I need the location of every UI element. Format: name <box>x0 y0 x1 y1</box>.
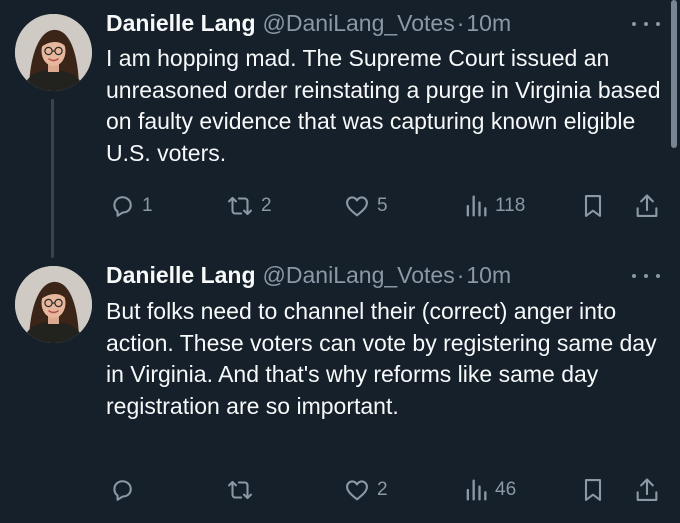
heart-icon <box>346 480 368 501</box>
avatar-photo <box>15 14 92 91</box>
like-count: 5 <box>377 195 388 216</box>
share-icon <box>636 194 658 217</box>
like-button[interactable]: 5 <box>343 189 388 223</box>
views-count: 118 <box>495 195 526 216</box>
author-handle[interactable]: @DaniLang_Votes <box>263 260 455 290</box>
tweet-header: Danielle Lang @DaniLang_Votes · 10m <box>106 8 511 38</box>
views-icon <box>466 195 487 217</box>
more-dot <box>656 274 660 278</box>
bookmark-button[interactable] <box>580 473 606 507</box>
views-icon <box>466 479 487 501</box>
bookmark-button[interactable] <box>580 189 606 223</box>
scrollbar-thumb[interactable] <box>671 0 677 148</box>
more-options-icon[interactable] <box>632 268 660 284</box>
share-button[interactable] <box>633 189 661 223</box>
tweet-actions: 1 2 5 118 <box>0 189 680 223</box>
reply-icon <box>113 196 132 217</box>
heart-icon <box>346 196 368 217</box>
author-display-name[interactable]: Danielle Lang <box>106 8 256 38</box>
retweet-count: 2 <box>261 195 272 216</box>
more-options-icon[interactable] <box>632 16 660 32</box>
share-icon <box>636 478 658 501</box>
like-button[interactable]: 2 <box>343 473 388 507</box>
author-display-name[interactable]: Danielle Lang <box>106 260 256 290</box>
views-count: 46 <box>495 479 517 500</box>
views-button[interactable]: 46 <box>463 473 516 507</box>
tweet-actions: 2 46 <box>0 473 680 507</box>
retweet-button[interactable] <box>225 473 261 507</box>
avatar[interactable] <box>15 14 92 91</box>
views-button[interactable]: 118 <box>463 189 525 223</box>
reply-button[interactable] <box>108 473 142 507</box>
bookmark-icon <box>584 195 602 217</box>
like-count: 2 <box>377 479 388 500</box>
more-dot <box>644 274 648 278</box>
more-dot <box>644 22 648 26</box>
retweet-icon <box>228 480 252 500</box>
reply-button[interactable]: 1 <box>108 189 153 223</box>
header-separator: · <box>456 10 465 36</box>
more-dot <box>632 22 636 26</box>
more-dot <box>656 22 660 26</box>
tweet-header: Danielle Lang @DaniLang_Votes · 10m <box>106 260 511 290</box>
tweet[interactable]: Danielle Lang @DaniLang_Votes · 10m But … <box>0 258 680 523</box>
bookmark-icon <box>584 479 602 501</box>
more-dot <box>632 274 636 278</box>
retweet-icon <box>228 196 252 216</box>
avatar-photo <box>15 266 92 343</box>
reply-icon <box>113 480 132 501</box>
tweet-timestamp[interactable]: 10m <box>466 8 511 38</box>
tweet-text: But folks need to channel their (correct… <box>106 298 657 419</box>
header-separator: · <box>456 262 465 288</box>
tweet-timestamp[interactable]: 10m <box>466 260 511 290</box>
share-button[interactable] <box>633 473 661 507</box>
tweet[interactable]: Danielle Lang @DaniLang_Votes · 10m I am… <box>0 0 680 258</box>
reply-count: 1 <box>142 195 153 216</box>
retweet-button[interactable]: 2 <box>225 189 272 223</box>
tweet-text: I am hopping mad. The Supreme Court issu… <box>106 45 661 166</box>
author-handle[interactable]: @DaniLang_Votes <box>263 8 455 38</box>
avatar[interactable] <box>15 266 92 343</box>
